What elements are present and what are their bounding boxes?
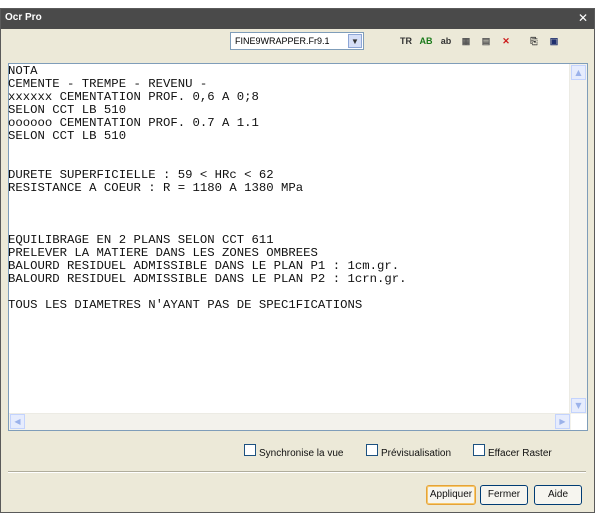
sync-view-label: Synchronise la vue <box>259 448 344 459</box>
close-button[interactable]: Fermer <box>480 485 528 505</box>
divider <box>8 471 586 473</box>
close-icon[interactable]: ✕ <box>576 11 590 25</box>
vertical-scrollbar[interactable]: ▲ ▼ <box>569 64 587 414</box>
save-icon[interactable]: ▣ <box>546 33 562 49</box>
chevron-down-icon[interactable]: ▼ <box>348 34 362 48</box>
text-block-icon[interactable]: ab <box>438 33 454 49</box>
select-zone-icon[interactable]: ▦ <box>458 33 474 49</box>
copy-icon[interactable]: ⎘ <box>526 33 542 49</box>
erase-raster-checkbox[interactable] <box>473 444 485 456</box>
scroll-down-icon[interactable]: ▼ <box>571 398 586 413</box>
erase-raster-label: Effacer Raster <box>488 448 552 459</box>
sync-view-checkbox[interactable] <box>244 444 256 456</box>
help-button[interactable]: Aide <box>534 485 582 505</box>
delete-icon[interactable]: ✕ <box>498 33 514 49</box>
scroll-up-icon[interactable]: ▲ <box>571 65 586 80</box>
tr-icon[interactable]: TR <box>398 33 414 49</box>
window-title: Ocr Pro <box>5 12 42 23</box>
wrapper-select[interactable]: FINE9WRAPPER.Fr9.1 ▼ <box>230 32 364 50</box>
preview-label: Prévisualisation <box>381 448 452 459</box>
wrapper-select-value: FINE9WRAPPER.Fr9.1 <box>235 36 330 46</box>
title-bar[interactable]: Ocr Pro ✕ <box>1 9 594 29</box>
ocr-text-content[interactable]: NOTA CEMENTE - TREMPE - REVENU - xxxxxx … <box>8 65 568 421</box>
apply-button[interactable]: Appliquer <box>426 485 476 505</box>
ab-format-icon[interactable]: AB <box>418 33 434 49</box>
preview-checkbox[interactable] <box>366 444 378 456</box>
zone-clear-icon[interactable]: ▤ <box>478 33 494 49</box>
